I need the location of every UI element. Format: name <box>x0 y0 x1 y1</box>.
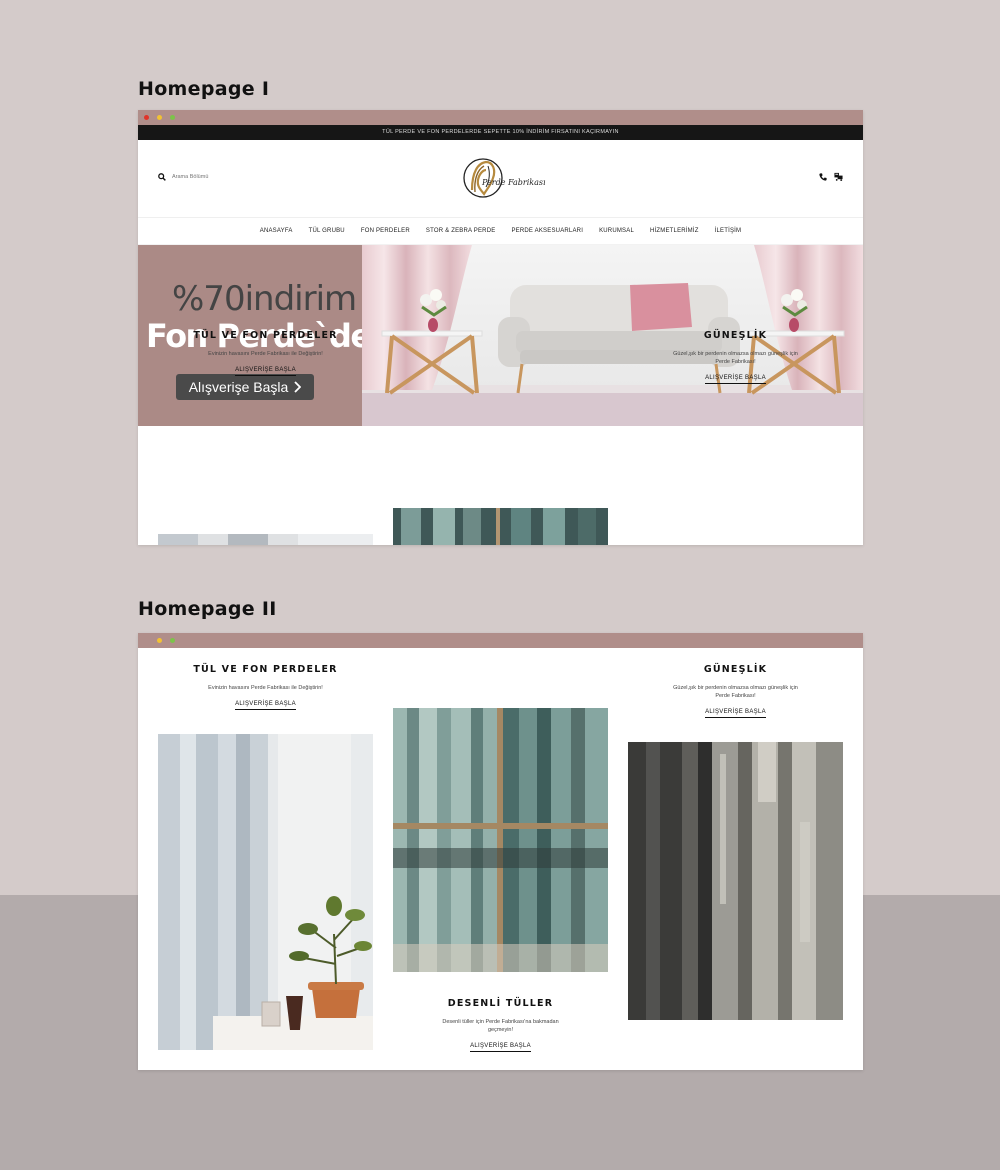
category-card-gunes: GÜNEŞLİK Güzel,şık bir perdenin olmazsa … <box>628 330 843 384</box>
category-image-gunes[interactable] <box>628 742 843 1020</box>
category-image-gunes-preview[interactable] <box>628 542 843 545</box>
category-link-gunes[interactable]: ALIŞVERİŞE BAŞLA <box>705 375 766 384</box>
category-card-desenli: DESENLİ TÜLLER Desenli tüller için Perde… <box>393 998 608 1052</box>
category-link-tul[interactable]: ALIŞVERİŞE BAŞLA <box>235 701 296 710</box>
category-image-desenli[interactable] <box>393 708 608 972</box>
category-link-gunes[interactable]: ALIŞVERİŞE BAŞLA <box>705 709 766 718</box>
category-link-desenli[interactable]: ALIŞVERİŞE BAŞLA <box>470 1043 531 1052</box>
category-image-desenli-preview[interactable] <box>393 508 608 545</box>
search-icon[interactable] <box>158 173 166 181</box>
chevron-right-icon <box>294 381 302 393</box>
nav-item-stor-zebra[interactable]: STOR & ZEBRA PERDE <box>426 228 496 234</box>
logo-text: Perde Fabrikası <box>482 178 546 187</box>
maximize-dot[interactable] <box>170 115 175 120</box>
nav-item-aksesuarlar[interactable]: PERDE AKSESUARLARI <box>511 228 583 234</box>
category-title-gunes: GÜNEŞLİK <box>703 664 768 675</box>
site-header: Perde Fabrikası <box>138 140 863 218</box>
nav-item-fon-perdeler[interactable]: FON PERDELER <box>361 228 410 234</box>
category-desc-gunes: Güzel,şık bir perdenin olmazsa olmazı gü… <box>673 351 798 365</box>
site-logo[interactable]: Perde Fabrikası <box>462 156 546 202</box>
hero-button-label: Alışverişe Başla <box>188 379 289 395</box>
nav-item-tul-grubu[interactable]: TÜL GRUBU <box>309 228 345 234</box>
nav-item-iletisim[interactable]: İLETİŞİM <box>715 228 742 234</box>
category-image-tul[interactable] <box>158 734 373 1050</box>
category-title-gunes: GÜNEŞLİK <box>703 330 768 341</box>
search-input[interactable] <box>172 174 262 180</box>
category-desc-tul: Evinizin havasını Perde Fabrikası ile De… <box>208 685 323 691</box>
section-label-homepage-2: Homepage II <box>138 598 277 620</box>
cart-icon[interactable] <box>834 172 843 181</box>
window-titlebar <box>138 633 863 648</box>
nav-item-anasayfa[interactable]: ANASAYFA <box>260 228 293 234</box>
announcement-bar: TÜL PERDE VE FON PERDELERDE SEPETTE 10% … <box>138 125 863 140</box>
browser-window-homepage-2: TÜL VE FON PERDELER Evinizin havasını Pe… <box>138 633 863 1070</box>
maximize-dot[interactable] <box>170 638 175 643</box>
category-desc-desenli: Desenli tüller için Perde Fabrikası'na b… <box>442 1019 559 1033</box>
category-card-gunes: GÜNEŞLİK Güzel,şık bir perdenin olmazsa … <box>628 664 843 718</box>
category-title-desenli: DESENLİ TÜLLER <box>447 998 554 1009</box>
hero-shop-button[interactable]: Alışverişe Başla <box>176 374 314 400</box>
browser-window-homepage-1: TÜL PERDE VE FON PERDELERDE SEPETTE 10% … <box>138 110 863 545</box>
category-link-tul[interactable]: ALIŞVERİŞE BAŞLA <box>235 367 296 376</box>
nav-item-kurumsal[interactable]: KURUMSAL <box>599 228 634 234</box>
close-dot[interactable] <box>144 115 149 120</box>
nav-item-hizmetlerimiz[interactable]: HİZMETLERİMİZ <box>650 228 699 234</box>
phone-icon[interactable] <box>819 172 827 181</box>
hero-discount-text: %70indirim <box>172 279 357 319</box>
category-card-tul: TÜL VE FON PERDELER Evinizin havasını Pe… <box>158 664 373 710</box>
category-card-tul: TÜL VE FON PERDELER Evinizin havasını Pe… <box>158 330 373 376</box>
header-icons <box>819 172 843 181</box>
search-bar[interactable] <box>158 173 262 181</box>
category-image-tul-preview[interactable] <box>158 534 373 545</box>
main-nav: ANASAYFA TÜL GRUBU FON PERDELER STOR & Z… <box>138 218 863 245</box>
minimize-dot[interactable] <box>157 115 162 120</box>
category-title-tul: TÜL VE FON PERDELER <box>193 330 338 341</box>
minimize-dot[interactable] <box>157 638 162 643</box>
section-label-homepage-1: Homepage I <box>138 78 270 100</box>
category-title-tul: TÜL VE FON PERDELER <box>193 664 338 675</box>
category-desc-gunes: Güzel,şık bir perdenin olmazsa olmazı gü… <box>673 685 798 699</box>
window-titlebar <box>138 110 863 125</box>
category-desc-tul: Evinizin havasını Perde Fabrikası ile De… <box>208 351 323 357</box>
